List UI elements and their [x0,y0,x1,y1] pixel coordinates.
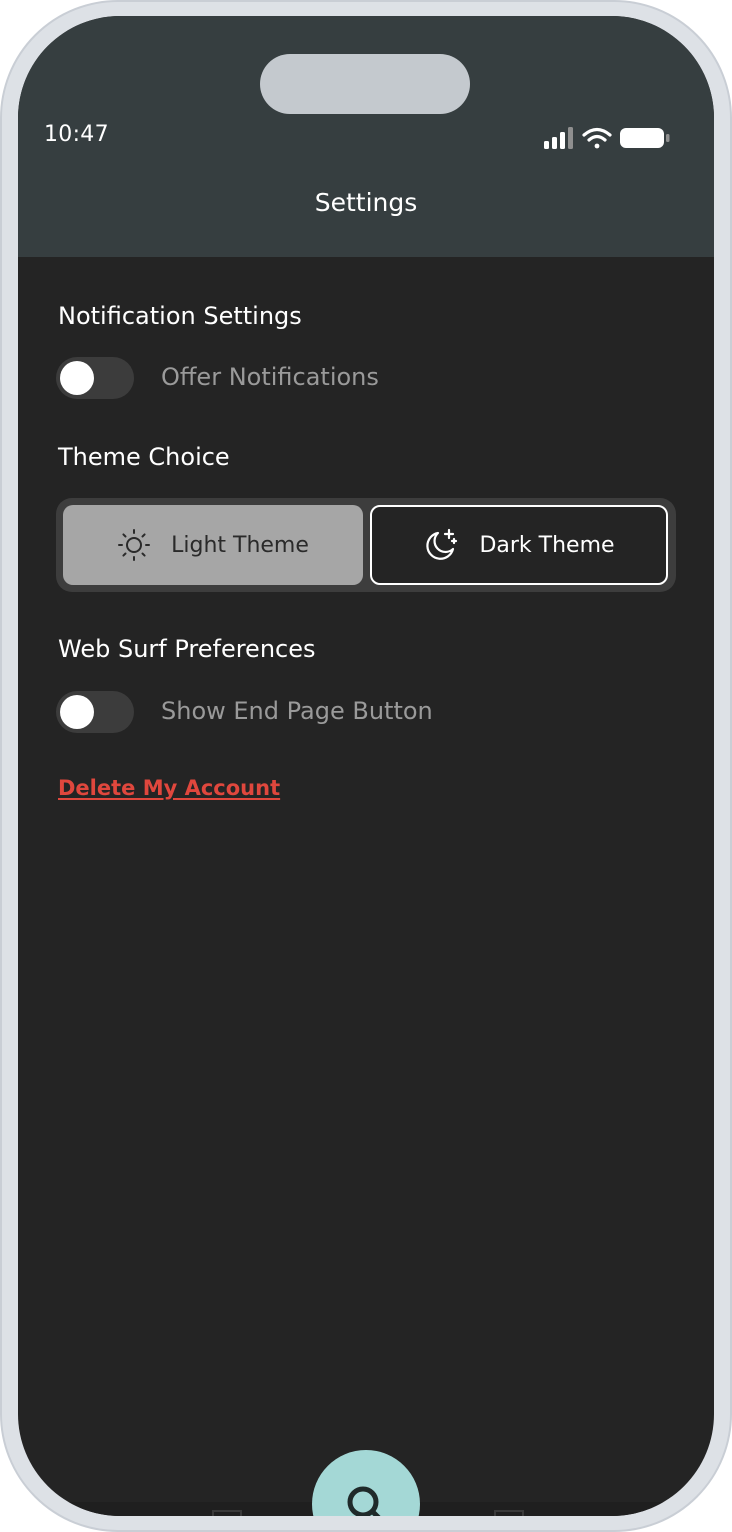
app-header: 10:47 Settings [18,16,714,257]
status-time: 10:47 [44,122,109,147]
home-nav-icon[interactable] [212,1510,242,1516]
status-icons [542,125,672,151]
battery-icon [620,128,670,148]
search-fab-button[interactable] [312,1450,420,1516]
light-theme-label: Light Theme [171,532,309,558]
light-theme-button[interactable]: Light Theme [63,505,363,585]
bookmarks-nav-icon[interactable] [494,1510,524,1516]
dynamic-island [260,54,470,114]
toggle-knob [60,695,94,729]
delete-account-link[interactable]: Delete My Account [58,776,280,800]
signal-bars-icon [544,127,573,149]
theme-choice-heading: Theme Choice [58,443,230,471]
notification-settings-heading: Notification Settings [58,302,302,330]
app-screen: 10:47 Settings Notification Settings Off… [18,16,714,1516]
offer-notifications-label: Offer Notifications [161,363,379,391]
theme-segmented-control: Light Theme Dark Theme [56,498,676,592]
show-end-page-button-label: Show End Page Button [161,697,433,725]
sun-icon [117,528,151,562]
dark-theme-button[interactable]: Dark Theme [370,505,668,585]
search-icon [347,1486,381,1516]
dark-theme-label: Dark Theme [479,532,615,558]
show-end-page-button-toggle[interactable] [56,691,134,733]
toggle-knob [60,361,94,395]
wifi-icon [582,127,612,149]
web-surf-preferences-heading: Web Surf Preferences [58,635,316,663]
offer-notifications-toggle[interactable] [56,357,134,399]
moon-stars-icon [423,527,459,563]
page-title: Settings [314,188,418,217]
